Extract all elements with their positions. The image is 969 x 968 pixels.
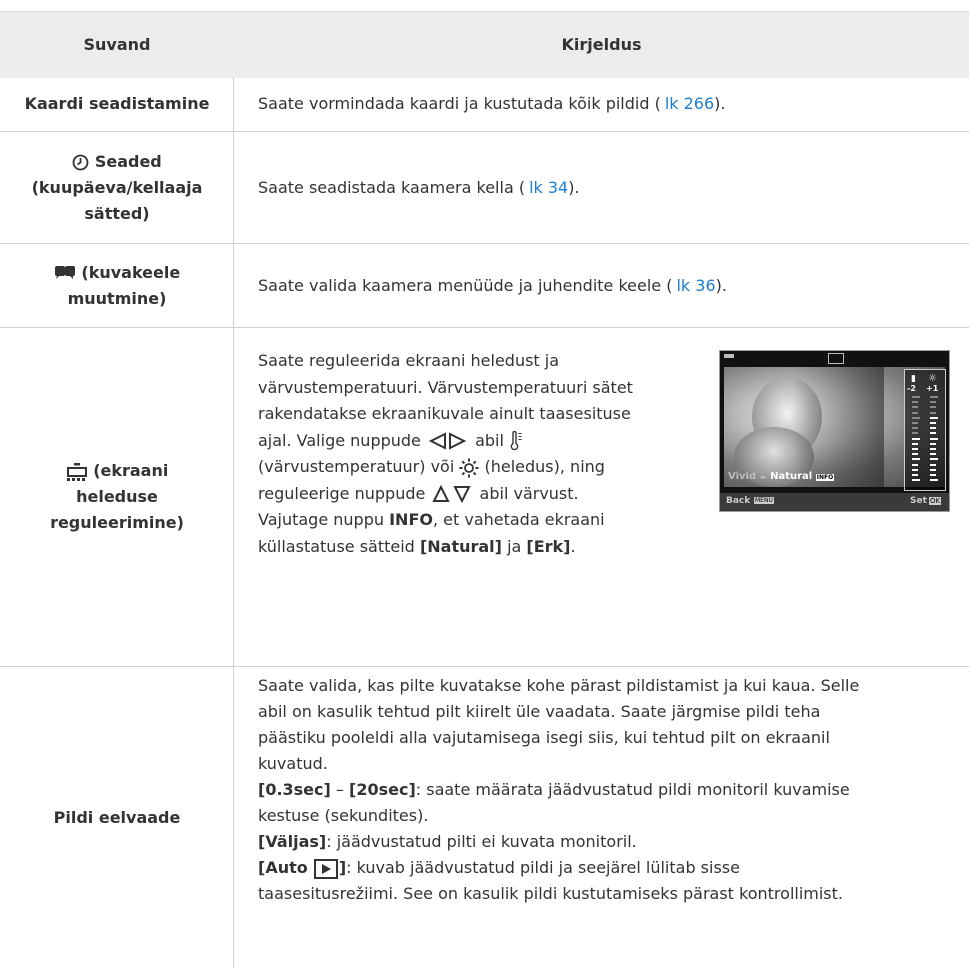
page-link[interactable]: lk 266 [665,94,714,113]
slider-tick [930,458,938,461]
option-language: (kuvakeele muutmine) [0,244,234,327]
slider-tick [912,468,918,471]
table-row: Seaded (kuupäeva/kellaaja sätted) Saate … [0,132,969,244]
bright-slider [930,396,938,484]
temp-slider [912,396,920,484]
monitor-brightness-icon [66,462,87,481]
settings-table: Suvand Kirjeldus [0,11,969,78]
slider-tick [930,463,936,466]
temp-slider-icon: ▮ [911,374,916,384]
clock-icon [72,154,89,170]
slider-tick [912,401,918,404]
slider-tick [912,458,920,461]
slider-tick [930,432,936,435]
battery-icon [724,354,734,358]
thermometer-icon [510,431,522,451]
screen-footer: Back MENU Set OK [720,493,949,511]
slider-tick [912,442,918,445]
slider-tick [912,463,918,466]
page-link[interactable]: lk 36 [676,276,715,295]
slider-tick [930,437,938,440]
slider-tick [912,422,918,424]
temp-value: -2 [907,384,916,393]
slider-tick [912,453,918,456]
table-row: (ekraani heleduse reguleerimine) Saate r… [0,328,969,667]
left-right-arrows-icon [428,432,467,450]
slider-tick [930,453,936,456]
slider-tick [930,406,936,409]
slider-tick [912,406,918,409]
slider-tick [930,468,936,471]
slider-tick [930,422,936,424]
slider-tick [930,411,936,414]
slider-tick [930,416,938,419]
slider-tick [930,427,936,430]
page-link[interactable]: lk 34 [529,178,568,197]
description: Saate reguleerida ekraani heledust ja vä… [258,351,633,556]
description: Saate valida kaamera menüüde ja juhendit… [258,275,727,295]
table-header: Suvand Kirjeldus [0,11,969,78]
slider-tick [930,474,936,476]
option-image-review: Pildi eelvaade [53,807,181,827]
monitor-icon-top [828,353,844,364]
description: Saate vormindada kaardi ja kustutada kõi… [258,94,726,113]
description: Saate seadistada kaamera kella (lk 34). [258,177,580,197]
slider-tick [930,401,936,404]
slider-tick [930,448,936,450]
slider-tick [930,442,936,445]
slider-panel: ▮ ☼ -2 +1 [904,369,946,491]
slider-tick [930,396,938,398]
slider-tick [912,479,920,482]
option-monitor-brightness: (ekraani heleduse reguleerimine) [50,461,184,532]
table-row: (kuvakeele muutmine) Saate valida kaamer… [0,244,969,328]
slider-tick [912,448,918,450]
slider-tick [912,432,918,435]
slider-tick [930,479,938,482]
slider-tick [912,474,918,476]
saturation-bar: Vivid ◂▸ Natural INFO [728,471,835,482]
slider-tick [912,437,920,440]
bright-slider-icon: ☼ [928,373,937,384]
table-row: Pildi eelvaade Saate valida, kas pilte k… [0,667,969,968]
table-row: Kaardi seadistamine Saate vormindada kaa… [0,77,969,132]
sun-icon [459,458,479,477]
slider-tick [912,427,918,430]
description: Saate valida, kas pilte kuvatakse kohe p… [258,676,860,903]
camera-screen-illustration: ▮ ☼ -2 +1 Vivid ◂▸ Natural INFO Back MEN… [719,350,950,512]
playback-icon [313,858,338,879]
slider-tick [912,411,918,414]
up-down-arrows-icon [432,485,472,503]
option-clock-settings: Seaded (kuupäeva/kellaaja sätted) [31,151,203,223]
header-option: Suvand [83,35,151,54]
header-description: Kirjeldus [561,35,642,54]
language-icon [54,266,75,279]
slider-tick [912,416,920,419]
slider-tick [912,396,920,398]
bright-value: +1 [926,384,939,393]
option-card-setup: Kaardi seadistamine [24,94,210,113]
